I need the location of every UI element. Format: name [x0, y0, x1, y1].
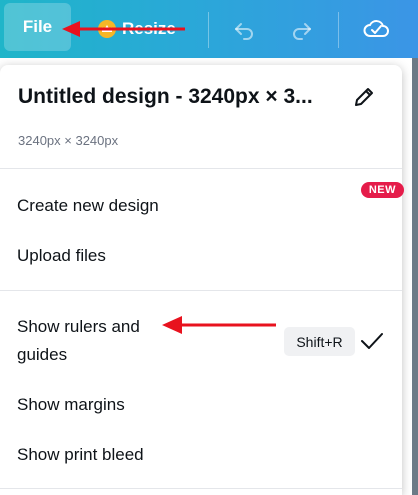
new-badge: NEW — [360, 182, 404, 198]
menu-item-show-margins[interactable]: Show margins — [0, 389, 402, 437]
undo-icon[interactable] — [232, 17, 256, 41]
redo-icon[interactable] — [290, 17, 314, 41]
pencil-icon[interactable] — [352, 85, 376, 109]
menu-item-label-line2: guides — [17, 345, 68, 364]
toolbar-divider — [338, 12, 339, 48]
toolbar-divider — [208, 12, 209, 48]
design-title[interactable]: Untitled design - 3240px × 3... — [18, 85, 348, 109]
menu-item-upload-files[interactable]: Upload files — [0, 232, 402, 280]
menu-item-label: Show margins — [17, 395, 125, 414]
check-icon — [361, 333, 383, 349]
divider — [0, 290, 402, 291]
divider — [0, 488, 402, 489]
design-dimensions: 3240px × 3240px — [18, 133, 119, 148]
keyboard-shortcut: Shift+R — [284, 327, 355, 356]
cloud-check-icon[interactable] — [362, 15, 390, 41]
menu-item-label: Upload files — [17, 246, 106, 265]
annotation-arrow-file — [62, 21, 185, 37]
divider — [0, 168, 402, 169]
menu-item-label: Show print bleed — [17, 445, 144, 464]
annotation-arrow-rulers — [162, 316, 276, 334]
menu-item-create-new-design[interactable]: Create new design — [0, 182, 402, 230]
menu-item-label: Create new design — [17, 196, 159, 215]
canvas-edge — [412, 58, 418, 495]
menu-item-label-line1: Show rulers and — [17, 317, 140, 336]
menu-item-show-print-bleed[interactable]: Show print bleed — [0, 439, 402, 487]
